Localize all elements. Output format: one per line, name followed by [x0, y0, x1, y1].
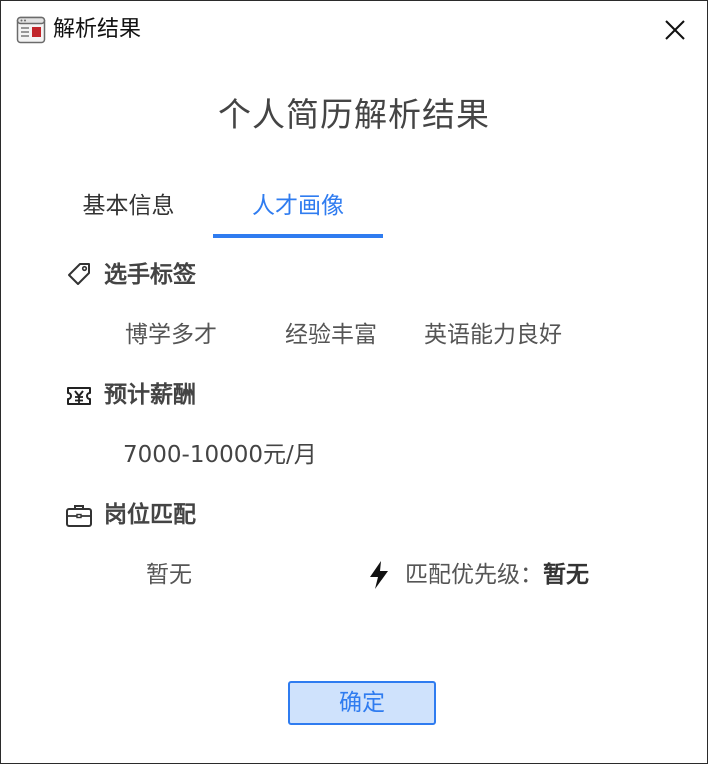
section-label-salary: 预计薪酬 [104, 382, 196, 408]
active-tab-indicator [213, 234, 383, 238]
section-label-position: 岗位匹配 [104, 502, 196, 528]
match-priority: 匹配优先级：暂无 [405, 559, 589, 591]
tab-talent-profile[interactable]: 人才画像 [213, 181, 383, 235]
confirm-button[interactable]: 确定 [288, 681, 436, 725]
match-priority-label: 匹配优先级： [405, 562, 543, 588]
tab-bar: 基本信息 人才画像 [44, 181, 664, 239]
dialog-window: 解析结果 个人简历解析结果 基本信息 人才画像 选手标签 博学多才 经验丰富 英… [0, 0, 708, 764]
salary-value: 7000-10000元/月 [123, 442, 317, 468]
section-label-tags: 选手标签 [104, 262, 196, 288]
app-window-icon [16, 16, 46, 44]
tag-item: 英语能力良好 [424, 322, 562, 348]
tag-item: 经验丰富 [285, 322, 377, 348]
page-title: 个人简历解析结果 [218, 95, 490, 134]
window-title: 解析结果 [53, 17, 142, 42]
close-icon[interactable] [663, 18, 687, 42]
position-match-value: 暂无 [146, 562, 192, 588]
tag-item: 博学多才 [125, 322, 217, 348]
yuan-ticket-icon [67, 387, 91, 405]
tab-basic-info[interactable]: 基本信息 [44, 181, 213, 235]
tag-icon [68, 263, 90, 285]
match-priority-value: 暂无 [543, 562, 589, 588]
briefcase-icon [66, 505, 92, 527]
lightning-bolt-icon [370, 561, 388, 589]
title-bar[interactable]: 解析结果 [1, 1, 707, 59]
